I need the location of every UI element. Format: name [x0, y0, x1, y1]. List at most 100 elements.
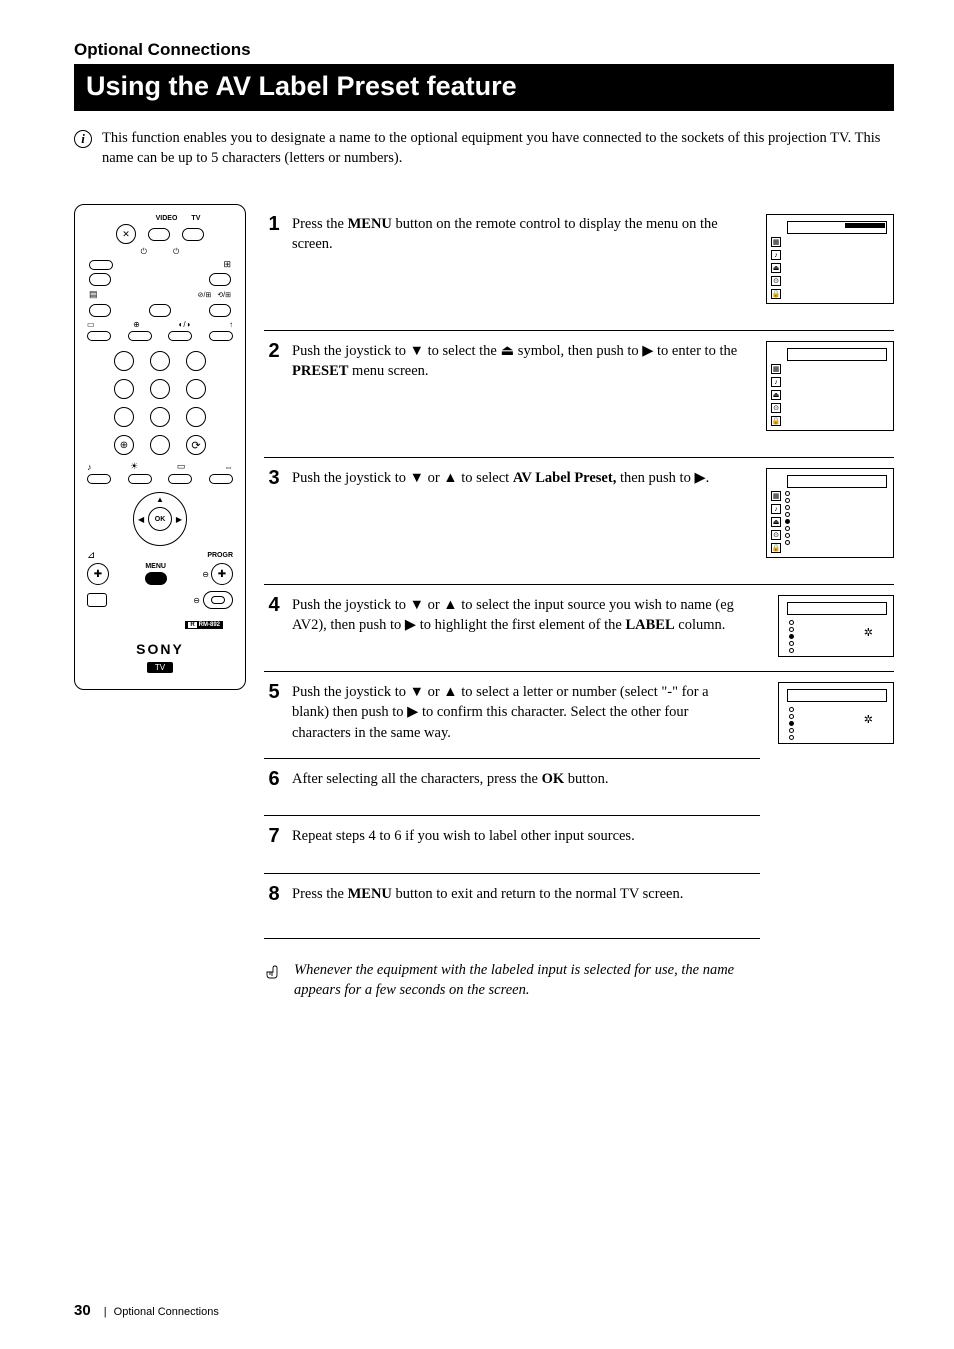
- remote-slim-button: [128, 474, 152, 484]
- rect-button: [87, 593, 107, 607]
- remote-slim-button: [168, 474, 192, 484]
- joystick: ▲ ◀ ▶ OK: [133, 492, 187, 546]
- grid-icon: ⊞: [223, 259, 231, 270]
- tv-power-button: [182, 228, 204, 241]
- brightness-icon: ☀: [130, 461, 138, 472]
- remote-slim-button: [209, 474, 233, 484]
- remote-slim-button: [87, 474, 111, 484]
- step-1: 1 Press the MENU button on the remote co…: [264, 204, 894, 330]
- step-text: Push the joystick to ▼ or ▲ to select th…: [292, 595, 758, 636]
- footer-separator: |: [104, 1306, 107, 1318]
- menu-icon: ▦: [771, 364, 781, 374]
- preset-symbol-icon: ⏏: [500, 343, 514, 359]
- preset-menu-icon: ⏏: [771, 263, 781, 273]
- remote-slim-button: [128, 331, 152, 341]
- remote-slim-button: [168, 331, 192, 341]
- menu-thumbnail: ▦ ♪ ⏏ ⊙ 🔒: [766, 341, 894, 431]
- step-number: 1: [264, 214, 284, 234]
- step-8: 8 Press the MENU button to exit and retu…: [264, 873, 760, 938]
- loading-icon: ✲: [864, 713, 873, 726]
- label-thumbnail: ✲: [778, 682, 894, 744]
- video-power-button: [148, 228, 170, 241]
- lock-menu-icon: 🔒: [771, 289, 781, 299]
- pill-button: [203, 591, 233, 609]
- remote-slim-button: [87, 331, 111, 341]
- timer-menu-icon: ⊙: [771, 403, 781, 413]
- label-thumbnail: ✲: [778, 595, 894, 657]
- eject-icon: ⊖: [193, 596, 200, 605]
- step-number: 2: [264, 341, 284, 361]
- joystick-up-icon: ▲: [156, 495, 164, 504]
- menu-thumbnail: ▦♪⏏⊙🔒: [766, 468, 894, 558]
- menu-label: MENU: [145, 563, 167, 570]
- arrow-up-icon: ↑: [229, 320, 233, 329]
- section-heading: Optional Connections: [74, 40, 894, 60]
- steps-list: 1 Press the MENU button on the remote co…: [264, 204, 894, 1000]
- intro-block: i This function enables you to designate…: [74, 129, 894, 168]
- sleep-icon: ⊖: [202, 570, 209, 579]
- number-button: [186, 351, 206, 371]
- step-text: After selecting all the characters, pres…: [292, 769, 760, 789]
- power-icon: ⏻: [141, 247, 147, 257]
- joystick-ok-button: OK: [148, 507, 172, 531]
- volume-pad: ✚: [87, 563, 109, 585]
- number-button: [150, 351, 170, 371]
- remote-oval-button: [89, 260, 113, 270]
- number-button: [114, 351, 134, 371]
- brand-label: SONY: [83, 641, 237, 657]
- remote-oval-button: [89, 304, 111, 317]
- menu-thumbnail: ▦ ♪ ⏏ ⊙ 🔒: [766, 214, 894, 304]
- number-button: [186, 407, 206, 427]
- model-label: RRM-892: [185, 621, 223, 629]
- sound-menu-icon: ♪: [771, 377, 781, 387]
- list-icon: ▤: [89, 289, 98, 300]
- prog-pad: ✚: [211, 563, 233, 585]
- number-button: [150, 435, 170, 455]
- misc-button: ⊕: [114, 435, 134, 455]
- menu-icon: ▦: [771, 237, 781, 247]
- page-footer: 30 | Optional Connections: [74, 1302, 219, 1319]
- step-number: 4: [264, 595, 284, 615]
- dots-column: [789, 707, 794, 740]
- step-text: Push the joystick to ▼ to select the ⏏ s…: [292, 341, 758, 382]
- page-number: 30: [74, 1302, 91, 1319]
- step-number: 5: [264, 682, 284, 702]
- step-number: 7: [264, 826, 284, 846]
- icon-pair: ⊘/⊞: [198, 291, 212, 299]
- joystick-right-icon: ▶: [176, 515, 182, 524]
- dots-column: [789, 620, 794, 653]
- step-number: 3: [264, 468, 284, 488]
- text-icon: ▭: [87, 320, 95, 329]
- intro-text: This function enables you to designate a…: [102, 129, 894, 168]
- dots-column: [785, 491, 790, 545]
- tv-small-icon: ▭: [177, 461, 186, 472]
- step-3: 3 Push the joystick to ▼ or ▲ to select …: [264, 457, 894, 584]
- remote-video-label: VIDEO: [156, 215, 178, 222]
- tv-tag: TV: [147, 662, 173, 673]
- step-text: Press the MENU button to exit and return…: [292, 884, 760, 904]
- footer-section: Optional Connections: [114, 1306, 219, 1318]
- step-text: Push the joystick to ▼ or ▲ to select AV…: [292, 468, 758, 488]
- step-number: 8: [264, 884, 284, 904]
- number-button: [186, 379, 206, 399]
- mute-button: ✕: [116, 224, 136, 244]
- remote-oval-button: [149, 304, 171, 317]
- number-button: [150, 407, 170, 427]
- vol-icon: ⊿: [87, 550, 95, 561]
- remote-oval-button: [209, 304, 231, 317]
- number-button: [150, 379, 170, 399]
- step-5: 5 Push the joystick to ▼ or ▲ to select …: [264, 671, 894, 758]
- remote-illustration: VIDEO TV ✕ ⏻ ⏻ ⊞ ▤: [74, 204, 246, 690]
- step-number: 6: [264, 769, 284, 789]
- step-6: 6 After selecting all the characters, pr…: [264, 758, 760, 815]
- timer-menu-icon: ⊙: [771, 276, 781, 286]
- step-4: 4 Push the joystick to ▼ or ▲ to select …: [264, 584, 894, 671]
- sound-menu-icon: ♪: [771, 250, 781, 260]
- step-text: Push the joystick to ▼ or ▲ to select a …: [292, 682, 758, 743]
- remote-oval-button: [209, 273, 231, 286]
- progr-label: PROGR: [207, 552, 233, 559]
- number-button: [114, 379, 134, 399]
- plus-icon: ⊕: [133, 320, 140, 329]
- step-text: Repeat steps 4 to 6 if you wish to label…: [292, 826, 760, 846]
- info-icon: i: [74, 130, 92, 148]
